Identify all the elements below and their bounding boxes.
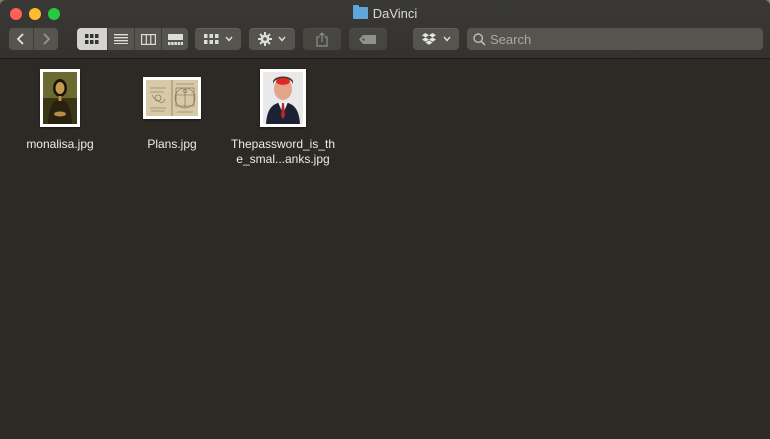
back-button[interactable] (9, 28, 34, 50)
file-item[interactable]: Plans.jpg (117, 67, 227, 152)
chevron-left-icon (16, 33, 24, 45)
gallery-view-icon (167, 33, 183, 45)
view-mode-control (77, 28, 188, 50)
window-title-label: DaVinci (372, 6, 418, 21)
share-icon (316, 31, 328, 47)
navigation-buttons (9, 28, 58, 50)
share-button[interactable] (303, 28, 341, 50)
tag-button[interactable] (349, 28, 387, 50)
tag-icon (359, 34, 376, 44)
dropbox-button[interactable] (413, 28, 459, 50)
forward-button[interactable] (34, 28, 58, 50)
icon-view-button[interactable] (77, 28, 108, 50)
titlebar: DaVinci (0, 0, 770, 59)
dropbox-icon (421, 32, 436, 45)
window-title: DaVinci (0, 5, 770, 22)
chevron-down-icon (224, 36, 233, 42)
gallery-view-button[interactable] (162, 28, 188, 50)
file-item[interactable]: monalisa.jpg (5, 67, 115, 152)
column-view-button[interactable] (135, 28, 162, 50)
file-name: monalisa.jpg (26, 137, 94, 151)
search-field[interactable] (467, 28, 763, 50)
chevron-down-icon (278, 36, 286, 42)
grid-group-icon (203, 34, 218, 44)
file-name: Plans.jpg (147, 137, 197, 151)
search-icon (473, 32, 486, 46)
group-by-button[interactable] (195, 28, 241, 50)
file-area: monalisa.jpg Plans.jpg Thepassword_is_th… (0, 59, 770, 439)
finder-window: DaVinci Search monalisa.jpg Plans.jpg Th… (0, 0, 770, 439)
file-name: Thepassword_is_the_smal...anks.jpg (230, 137, 336, 166)
list-view-button[interactable] (108, 28, 135, 50)
photo-thumbnail (260, 69, 306, 127)
chevron-down-icon (442, 36, 451, 42)
list-view-icon (114, 34, 128, 44)
action-menu-button[interactable] (249, 28, 295, 50)
chevron-right-icon (43, 33, 51, 45)
gear-icon (258, 32, 272, 46)
file-item[interactable]: Thepassword_is_the_smal...anks.jpg (228, 67, 338, 167)
search-input[interactable] (486, 31, 750, 47)
folder-icon (352, 5, 368, 19)
sketch-thumbnail (143, 77, 201, 119)
column-view-icon (140, 33, 156, 45)
icon-view-icon (85, 34, 99, 44)
portrait-thumbnail (40, 69, 80, 127)
